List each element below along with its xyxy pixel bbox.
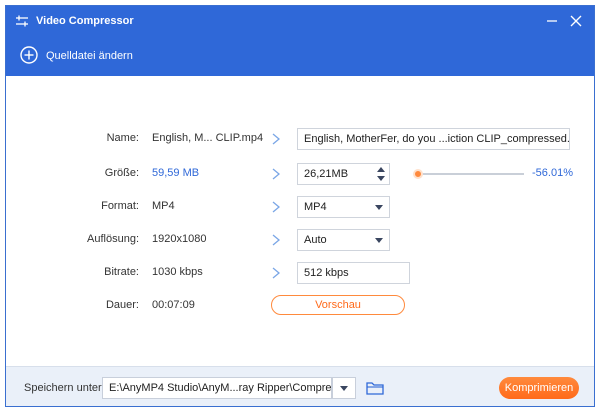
dropdown-arrow-icon <box>375 238 383 243</box>
resolution-select[interactable]: Auto <box>297 229 390 251</box>
plus-circle-icon <box>20 45 38 67</box>
source-duration: 00:07:09 <box>152 299 195 311</box>
output-name-field[interactable]: English, MotherFer, do you ...iction CLI… <box>297 128 570 150</box>
save-path-value: E:\AnyMP4 Studio\AnyM...ray Ripper\Compr… <box>109 382 332 394</box>
close-icon[interactable] <box>568 13 584 29</box>
name-label: Name: <box>106 132 139 144</box>
compress-button[interactable]: Komprimieren <box>499 377 579 399</box>
dropdown-arrow-icon <box>340 386 348 391</box>
minimize-icon[interactable] <box>544 13 560 29</box>
sliders-icon <box>14 13 30 29</box>
source-size: 59,59 MB <box>152 167 200 179</box>
change-source-button[interactable]: Quelldatei ändern <box>20 45 133 67</box>
duration-row: Dauer: 00:07:09 Vorschau <box>6 295 594 319</box>
output-size-stepper[interactable]: 26,21MB <box>297 163 390 185</box>
preview-label: Vorschau <box>315 299 361 311</box>
window-title: Video Compressor <box>36 15 134 27</box>
bitrate-row: Bitrate: 1030 kbps 512 kbps <box>6 262 594 286</box>
bitrate-field[interactable]: 512 kbps <box>297 262 410 284</box>
chevron-right-icon <box>271 233 281 247</box>
format-row: Format: MP4 MP4 <box>6 196 594 220</box>
video-compressor-window: Video Compressor Quelldatei ändern Name:… <box>5 5 595 407</box>
resolution-select-value: Auto <box>304 234 327 246</box>
chevron-right-icon <box>271 167 281 181</box>
source-name: English, M... CLIP.mp4 <box>152 132 264 144</box>
source-format: MP4 <box>152 200 175 212</box>
source-bitrate: 1030 kbps <box>152 266 203 278</box>
size-slider[interactable] <box>413 169 524 179</box>
save-path-dropdown[interactable] <box>332 377 356 399</box>
output-size-value: 26,21MB <box>304 168 349 180</box>
toolbar: Quelldatei ändern <box>6 36 594 76</box>
preview-button[interactable]: Vorschau <box>271 295 405 315</box>
size-percent: -56.01% <box>532 167 573 179</box>
resolution-row: Auflösung: 1920x1080 Auto <box>6 229 594 253</box>
format-label: Format: <box>101 200 139 212</box>
title-bar: Video Compressor <box>6 6 594 36</box>
bitrate-value: 512 kbps <box>304 267 349 279</box>
size-slider-knob[interactable] <box>413 169 424 179</box>
stepper-arrows-icon[interactable] <box>377 166 385 182</box>
footer-bar: Speichern unter: E:\AnyMP4 Studio\AnyM..… <box>6 366 594 406</box>
name-row: Name: English, M... CLIP.mp4 English, Mo… <box>6 128 594 152</box>
change-source-label: Quelldatei ändern <box>46 50 133 62</box>
chevron-right-icon <box>271 266 281 280</box>
source-resolution: 1920x1080 <box>152 233 207 245</box>
chevron-right-icon <box>271 132 281 146</box>
save-location-label: Speichern unter: <box>24 382 105 394</box>
compress-label: Komprimieren <box>504 382 574 394</box>
output-name-value: English, MotherFer, do you ...iction CLI… <box>304 133 570 145</box>
compressor-settings: Name: English, M... CLIP.mp4 English, Mo… <box>6 76 594 366</box>
size-row: Größe: 59,59 MB 26,21MB -56.01% <box>6 163 594 187</box>
format-select[interactable]: MP4 <box>297 196 390 218</box>
size-label: Größe: <box>104 167 139 179</box>
bitrate-label: Bitrate: <box>104 266 139 278</box>
duration-label: Dauer: <box>105 299 139 311</box>
format-select-value: MP4 <box>304 201 327 213</box>
dropdown-arrow-icon <box>375 205 383 210</box>
chevron-right-icon <box>271 200 281 214</box>
save-path-field[interactable]: E:\AnyMP4 Studio\AnyM...ray Ripper\Compr… <box>102 377 332 399</box>
folder-icon[interactable] <box>366 380 384 396</box>
resolution-label: Auflösung: <box>87 233 139 245</box>
